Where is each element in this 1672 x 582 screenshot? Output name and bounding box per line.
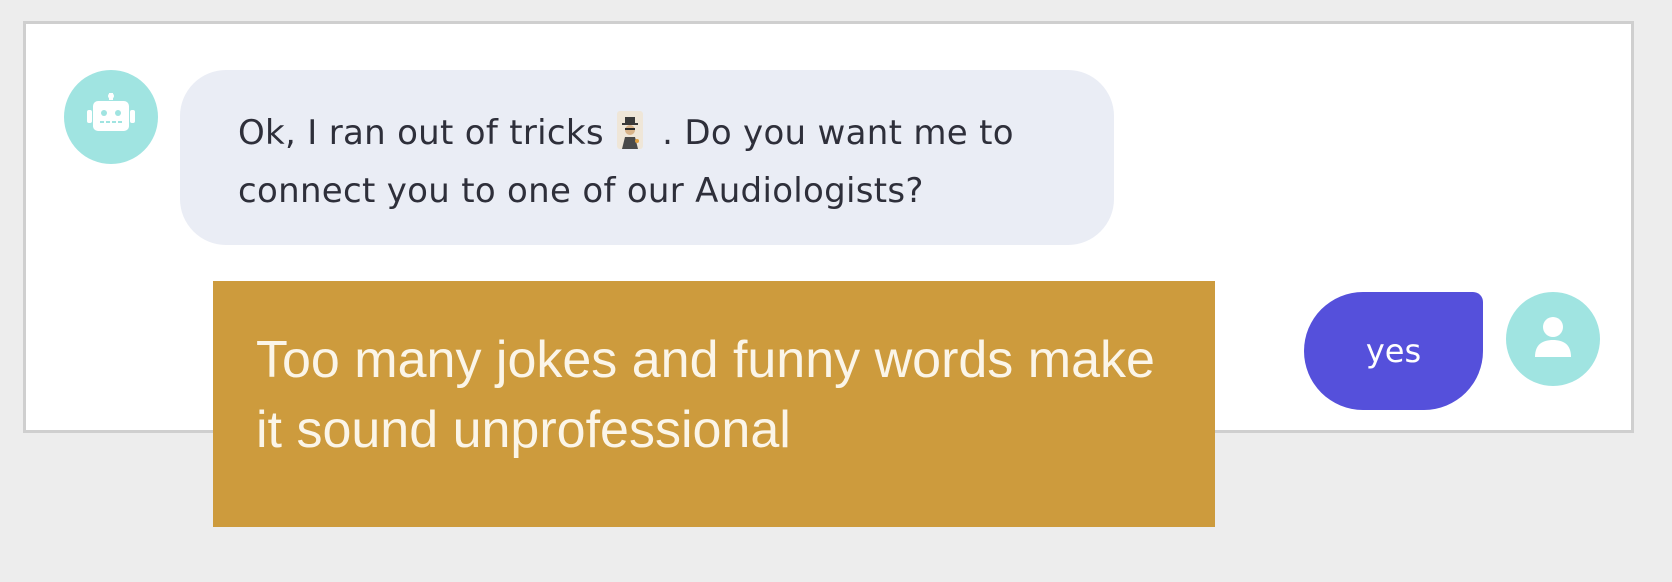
user-message-bubble: yes [1304, 292, 1483, 410]
person-icon [1533, 316, 1573, 362]
trickster-emoji-icon [617, 111, 644, 149]
user-message-text: yes [1365, 332, 1422, 370]
user-avatar [1506, 292, 1600, 386]
bot-avatar [64, 70, 158, 164]
caption-overlay: Too many jokes and funny words make it s… [213, 281, 1215, 527]
bot-message-bubble: Ok, I ran out of tricks . Do you want me… [180, 70, 1114, 245]
robot-icon [86, 93, 136, 141]
bot-message-text-start: Ok, I ran out of tricks [238, 113, 604, 153]
caption-text: Too many jokes and funny words make it s… [256, 331, 1155, 459]
